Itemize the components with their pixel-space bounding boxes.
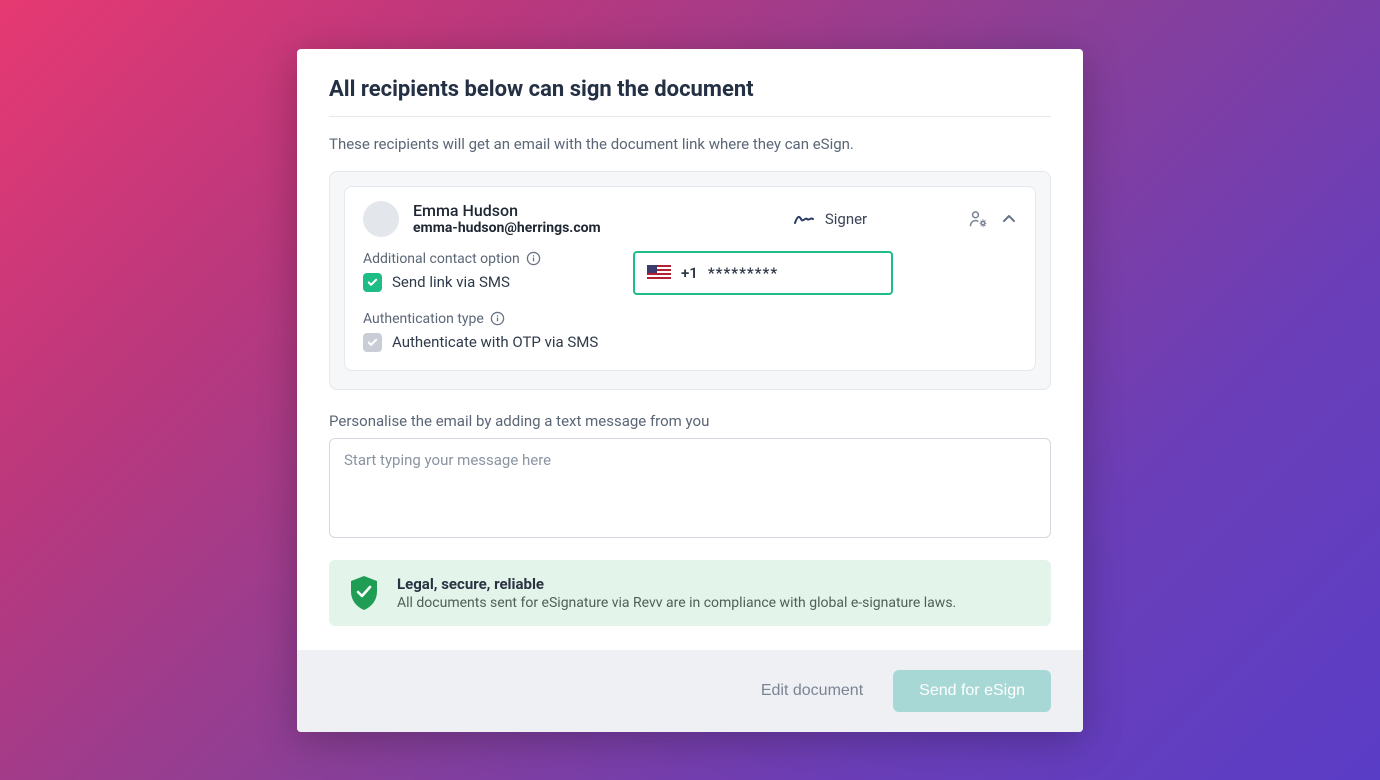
legal-text: Legal, secure, reliable All documents se… bbox=[397, 575, 956, 611]
chevron-up-icon bbox=[1001, 211, 1017, 227]
modal-content: All recipients below can sign the docume… bbox=[297, 49, 1083, 650]
authentication-row: Authentication type Authenticate with OT… bbox=[363, 311, 1017, 352]
additional-contact-row: Additional contact option Send l bbox=[363, 251, 1017, 295]
recipient-name: Emma Hudson bbox=[413, 201, 693, 220]
phone-masked: ********* bbox=[708, 264, 778, 282]
recipient-actions bbox=[967, 209, 1017, 229]
recipient-role[interactable]: Signer bbox=[707, 210, 953, 228]
modal-subtitle: These recipients will get an email with … bbox=[329, 135, 1051, 153]
recipient-card: Emma Hudson emma-hudson@herrings.com Sig… bbox=[344, 186, 1036, 371]
shield-check-icon bbox=[347, 574, 381, 612]
avatar bbox=[363, 201, 399, 237]
recipient-header: Emma Hudson emma-hudson@herrings.com Sig… bbox=[363, 201, 1017, 237]
additional-contact-label: Additional contact option bbox=[363, 251, 603, 267]
phone-input[interactable]: +1 ********* bbox=[633, 251, 893, 295]
sms-option-block: Additional contact option Send l bbox=[363, 251, 603, 295]
send-link-sms-label: Send link via SMS bbox=[392, 273, 510, 291]
recipient-role-label: Signer bbox=[825, 210, 867, 228]
esign-recipients-modal: All recipients below can sign the docume… bbox=[297, 49, 1083, 732]
signature-icon bbox=[793, 211, 815, 227]
checkbox-unchecked-icon bbox=[363, 333, 382, 352]
auth-type-label-text: Authentication type bbox=[363, 311, 484, 327]
message-textarea[interactable] bbox=[329, 438, 1051, 538]
edit-document-button[interactable]: Edit document bbox=[757, 674, 867, 708]
otp-sms-label: Authenticate with OTP via SMS bbox=[392, 333, 598, 351]
legal-title: Legal, secure, reliable bbox=[397, 575, 956, 593]
user-settings-icon[interactable] bbox=[967, 209, 989, 229]
checkbox-checked-icon bbox=[363, 273, 382, 292]
legal-subtitle: All documents sent for eSignature via Re… bbox=[397, 595, 956, 611]
collapse-toggle[interactable] bbox=[1001, 211, 1017, 227]
send-link-sms-checkbox[interactable]: Send link via SMS bbox=[363, 273, 603, 292]
recipients-panel: Emma Hudson emma-hudson@herrings.com Sig… bbox=[329, 171, 1051, 390]
recipient-email: emma-hudson@herrings.com bbox=[413, 220, 693, 236]
auth-type-label: Authentication type bbox=[363, 311, 1017, 327]
modal-title: All recipients below can sign the docume… bbox=[329, 77, 1051, 117]
additional-contact-label-text: Additional contact option bbox=[363, 251, 520, 267]
country-code: +1 bbox=[681, 264, 698, 282]
info-icon[interactable] bbox=[526, 251, 541, 266]
personalise-label: Personalise the email by adding a text m… bbox=[329, 412, 1051, 430]
us-flag-icon bbox=[647, 265, 671, 281]
recipient-identity: Emma Hudson emma-hudson@herrings.com bbox=[413, 201, 693, 236]
otp-sms-checkbox[interactable]: Authenticate with OTP via SMS bbox=[363, 333, 1017, 352]
modal-footer: Edit document Send for eSign bbox=[297, 650, 1083, 732]
legal-banner: Legal, secure, reliable All documents se… bbox=[329, 560, 1051, 626]
send-for-esign-button[interactable]: Send for eSign bbox=[893, 670, 1051, 712]
info-icon[interactable] bbox=[490, 311, 505, 326]
